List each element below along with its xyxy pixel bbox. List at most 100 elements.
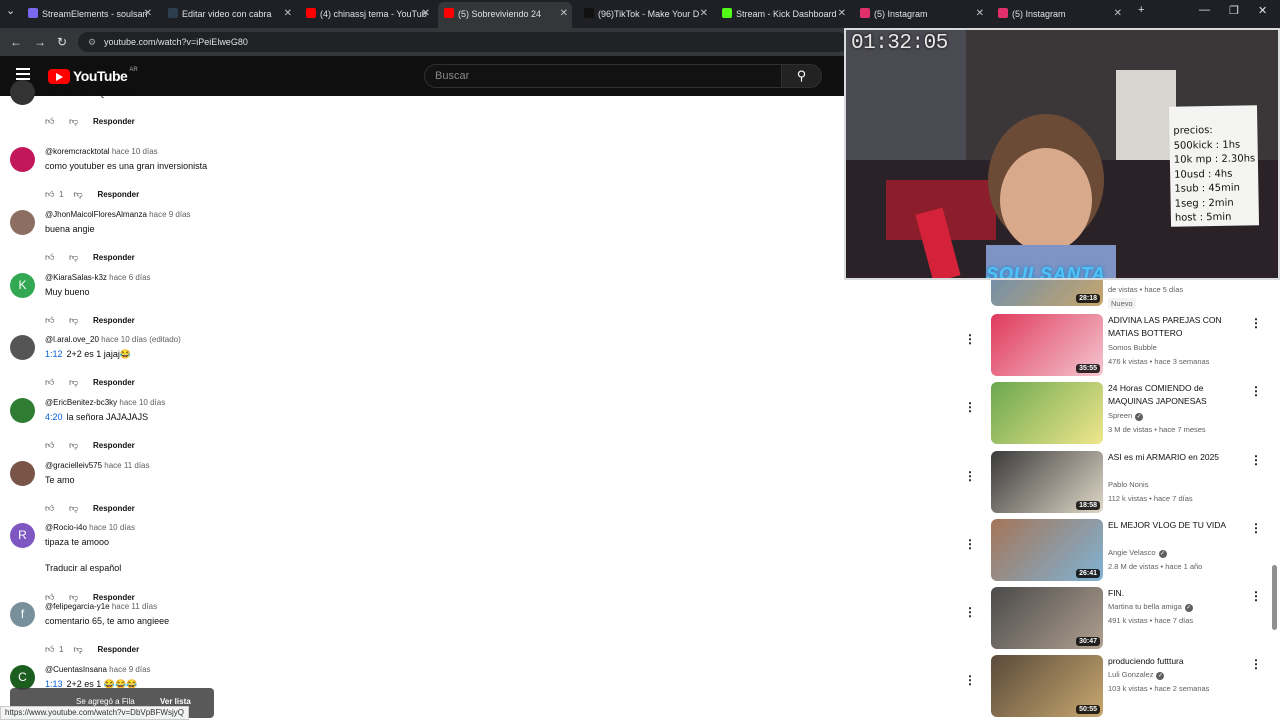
- avatar[interactable]: R: [10, 523, 35, 548]
- toast-view-list-button[interactable]: Ver lista: [160, 697, 191, 706]
- comment-age[interactable]: hace 11 días: [112, 602, 157, 611]
- video-thumbnail[interactable]: [991, 382, 1103, 444]
- search-input[interactable]: Buscar: [424, 64, 782, 88]
- reply-button[interactable]: Responder: [93, 316, 135, 325]
- reply-button[interactable]: Responder: [93, 378, 135, 387]
- browser-tab[interactable]: Editar video con cabra ✕: [162, 4, 296, 24]
- comment-author[interactable]: @gracielleiv575: [45, 461, 102, 470]
- browser-tab[interactable]: StreamElements - soulsan ✕: [22, 4, 156, 24]
- browser-tab[interactable]: (5) Instagram ✕: [854, 4, 988, 24]
- comment-author[interactable]: @koremcracktotal: [45, 147, 110, 156]
- more-actions-icon[interactable]: ⋮: [964, 673, 976, 687]
- avatar[interactable]: [10, 398, 35, 423]
- youtube-logo[interactable]: YouTube AR: [48, 67, 138, 84]
- video-title[interactable]: FIN.: [1108, 587, 1248, 600]
- dislike-icon[interactable]: 👎︎: [69, 503, 79, 514]
- video-menu-icon[interactable]: ⋮: [1250, 589, 1262, 603]
- avatar[interactable]: K: [10, 273, 35, 298]
- tab-close-icon[interactable]: ✕: [144, 4, 152, 24]
- comment-age[interactable]: hace 10 días (editado): [101, 335, 181, 344]
- avatar[interactable]: [10, 147, 35, 172]
- minimize-icon[interactable]: —: [1199, 4, 1210, 16]
- channel-name[interactable]: Somos Bubble: [1108, 343, 1157, 352]
- comment-age[interactable]: hace 11 días: [104, 461, 149, 470]
- back-icon[interactable]: ←: [10, 35, 22, 49]
- comment-age[interactable]: hace 9 días: [109, 665, 150, 674]
- avatar[interactable]: [10, 461, 35, 486]
- avatar[interactable]: [10, 335, 35, 360]
- url-field[interactable]: ⚙ youtube.com/watch?v=iPeiElweG80: [78, 32, 848, 52]
- reply-button[interactable]: Responder: [93, 441, 135, 450]
- comment-timestamp-link[interactable]: 1:12: [45, 349, 63, 359]
- avatar[interactable]: [10, 210, 35, 235]
- dislike-icon[interactable]: 👎︎: [69, 252, 79, 263]
- video-menu-icon[interactable]: ⋮: [1250, 384, 1262, 398]
- comment-age[interactable]: hace 10 días: [119, 398, 165, 407]
- tab-close-icon[interactable]: ✕: [1114, 4, 1122, 24]
- close-window-icon[interactable]: ✕: [1258, 4, 1267, 17]
- maximize-icon[interactable]: ❐: [1229, 4, 1239, 17]
- like-icon[interactable]: 👍︎: [45, 377, 55, 388]
- recommended-video[interactable]: ⋮ 26:41 EL MEJOR VLOG DE TU VIDA Angie Vela…: [960, 519, 1262, 583]
- comment-author[interactable]: @felipegarcia-y1e: [45, 602, 110, 611]
- comment-age[interactable]: hace 10 días: [112, 147, 158, 156]
- dislike-icon[interactable]: 👎︎: [69, 116, 79, 127]
- search-button[interactable]: ⚲: [782, 64, 822, 88]
- like-icon[interactable]: 👍︎: [45, 503, 55, 514]
- reply-button[interactable]: Responder: [93, 593, 135, 602]
- channel-name[interactable]: Spreen ✓: [1108, 411, 1144, 421]
- dislike-icon[interactable]: 👎︎: [69, 315, 79, 326]
- video-thumbnail[interactable]: 50:55: [991, 655, 1103, 717]
- like-icon[interactable]: 👍︎: [45, 440, 55, 451]
- site-info-icon[interactable]: ⚙: [88, 32, 96, 52]
- browser-tab[interactable]: (96)TikTok - Make Your D ✕: [578, 4, 712, 24]
- comment-author[interactable]: @CuentasInsana: [45, 665, 107, 674]
- video-thumbnail[interactable]: 18:58: [991, 451, 1103, 513]
- reply-button[interactable]: Responder: [97, 645, 139, 654]
- like-icon[interactable]: 👍︎: [45, 116, 55, 127]
- scrollbar-thumb[interactable]: [1272, 565, 1277, 630]
- dislike-icon[interactable]: 👎︎: [69, 440, 79, 451]
- more-actions-icon[interactable]: ⋮: [964, 332, 976, 346]
- tab-close-icon[interactable]: ✕: [284, 4, 292, 24]
- translate-link[interactable]: Traducir al español: [45, 563, 121, 573]
- tab-close-icon[interactable]: ✕: [560, 2, 568, 26]
- channel-name[interactable]: Pablo Nonis: [1108, 480, 1148, 489]
- menu-icon[interactable]: [16, 68, 30, 80]
- reply-button[interactable]: Responder: [93, 504, 135, 513]
- video-title[interactable]: EL MEJOR VLOG DE TU VIDA: [1108, 519, 1248, 532]
- avatar[interactable]: f: [10, 602, 35, 627]
- reply-button[interactable]: Responder: [97, 190, 139, 199]
- dislike-icon[interactable]: 👎︎: [69, 377, 79, 388]
- avatar[interactable]: [10, 80, 35, 105]
- browser-tab[interactable]: Stream - Kick Dashboard ✕: [716, 4, 850, 24]
- like-icon[interactable]: 👍︎: [45, 644, 55, 655]
- more-actions-icon[interactable]: ⋮: [964, 605, 976, 619]
- forward-icon[interactable]: →: [34, 35, 46, 49]
- reply-button[interactable]: Responder: [93, 253, 135, 262]
- video-menu-icon[interactable]: ⋮: [1250, 657, 1262, 671]
- recommended-video[interactable]: ⋮ 30:47 FIN. Martina tu bella amiga ✓ 491 k v…: [960, 587, 1262, 651]
- video-menu-icon[interactable]: ⋮: [1250, 316, 1262, 330]
- comment-age[interactable]: hace 10 días: [89, 523, 135, 532]
- dislike-icon[interactable]: 👎︎: [73, 189, 83, 200]
- reply-button[interactable]: Responder: [93, 117, 135, 126]
- tab-close-icon[interactable]: ✕: [422, 4, 430, 24]
- like-icon[interactable]: 👍︎: [45, 252, 55, 263]
- comment-age[interactable]: hace 9 días: [149, 210, 190, 219]
- reload-icon[interactable]: ↻: [57, 35, 67, 49]
- recommended-video[interactable]: ⋮ 50:55 produciendo futttura Luli Gonzalez ✓…: [960, 655, 1262, 719]
- more-actions-icon[interactable]: ⋮: [964, 537, 976, 551]
- like-icon[interactable]: 👍︎: [45, 189, 55, 200]
- video-title[interactable]: 24 Horas COMIENDO de MAQUINAS JAPONESAS: [1108, 382, 1248, 408]
- comment-author[interactable]: @l.aral.ove_20: [45, 335, 99, 344]
- video-thumbnail[interactable]: 26:41: [991, 519, 1103, 581]
- video-thumbnail[interactable]: 35:55: [991, 314, 1103, 376]
- channel-name[interactable]: Martina tu bella amiga ✓: [1108, 602, 1193, 612]
- channel-name[interactable]: Angie Velasco ✓: [1108, 548, 1167, 558]
- browser-tab[interactable]: (5) Sobreviviendo 24 ✕: [438, 2, 572, 28]
- video-menu-icon[interactable]: ⋮: [1250, 521, 1262, 535]
- dislike-icon[interactable]: 👎︎: [73, 644, 83, 655]
- video-title[interactable]: ADIVINA LAS PAREJAS CON MATIAS BOTTERO: [1108, 314, 1248, 340]
- comment-author[interactable]: @JhonMaicolFloresAlmanza: [45, 210, 147, 219]
